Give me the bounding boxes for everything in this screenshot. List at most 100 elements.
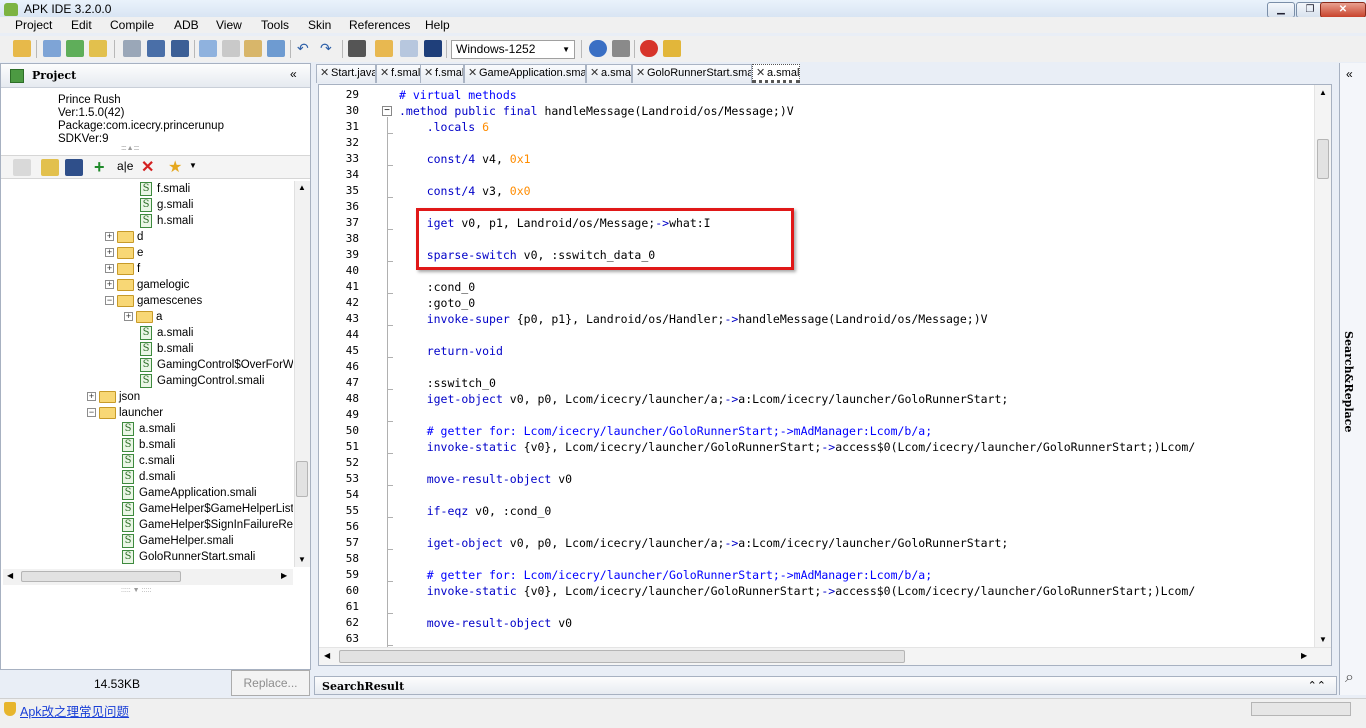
close-button[interactable]: ✕ [1320, 2, 1366, 18]
close-icon[interactable]: ✕ [756, 65, 765, 80]
tree-item[interactable]: + d [105, 229, 143, 245]
menu-view[interactable]: View [216, 17, 242, 33]
tree-item[interactable]: S GoloRunnerStart.smali [122, 549, 255, 565]
compile-icon[interactable] [375, 40, 393, 57]
tree-item[interactable]: + a [124, 309, 162, 325]
tree-item[interactable]: Sg.smali [140, 197, 193, 213]
splitter-grip[interactable]: ::::: ▲ ::::: [121, 145, 191, 153]
tree-item[interactable]: Sf.smali [140, 181, 190, 197]
scroll-right-icon[interactable]: ▶ [281, 571, 287, 580]
delete-icon[interactable]: ✕ [141, 157, 159, 176]
tree-item[interactable]: S GamingControl.smali [140, 373, 264, 389]
scroll-down-icon[interactable]: ▼ [298, 555, 306, 564]
open-project-icon[interactable] [89, 40, 107, 57]
favorites-star-icon[interactable]: ★ [168, 157, 186, 176]
tab-gameapplication-smali[interactable]: ✕ GameApplication.smali [464, 64, 586, 83]
expand-icon[interactable]: + [105, 264, 114, 274]
tab-f-smali-2[interactable]: ✕ f.smali [420, 64, 464, 83]
menu-compile[interactable]: Compile [110, 17, 154, 33]
import-icon[interactable] [66, 40, 84, 57]
code-line[interactable]: :sswitch_0 [399, 375, 496, 391]
tab-start-java[interactable]: ✕ Start.java [316, 64, 376, 83]
code-line[interactable]: if-eqz v0, :cond_0 [399, 503, 552, 519]
tree-item[interactable]: Sc.smali [122, 453, 175, 469]
build-icon[interactable] [400, 40, 418, 57]
save-icon[interactable] [147, 40, 165, 57]
chevron-down-icon[interactable]: ▼ [189, 161, 207, 178]
code-line[interactable]: return-void [399, 343, 503, 359]
editor-hscroll-thumb[interactable] [339, 650, 905, 663]
microphone-icon[interactable] [612, 40, 630, 57]
collapse-icon[interactable]: − [105, 296, 114, 306]
tree-item[interactable]: + json [87, 389, 140, 405]
code-line[interactable]: move-result-object v0 [399, 615, 572, 631]
menu-skin[interactable]: Skin [308, 17, 331, 33]
close-icon[interactable]: ✕ [590, 65, 599, 82]
tree-item[interactable]: S GameApplication.smali [122, 485, 257, 501]
code-line[interactable]: :cond_0 [399, 279, 475, 295]
close-icon[interactable]: ✕ [424, 65, 433, 82]
editor-horizontal-scrollbar[interactable]: ◀ ▶ [319, 647, 1331, 665]
search-replace-tab[interactable]: Search&Replace [1342, 331, 1355, 432]
code-line[interactable]: iget-object v0, p0, Lcom/icecry/launcher… [399, 535, 1009, 551]
tree-item[interactable]: + e [105, 245, 143, 261]
replace-icon[interactable] [267, 40, 285, 57]
scroll-up-icon[interactable]: ▲ [1319, 88, 1327, 97]
open-icon[interactable] [41, 159, 59, 176]
tree-vertical-scrollbar[interactable]: ▲ ▼ [294, 181, 310, 567]
redo-icon[interactable]: ↷ [320, 40, 338, 57]
add-icon[interactable]: + [94, 157, 112, 177]
tree-horizontal-scrollbar[interactable]: ◀ ▶ [3, 569, 293, 585]
expand-icon[interactable]: + [124, 312, 133, 322]
help-icon[interactable] [589, 40, 607, 57]
menu-project[interactable]: Project [15, 17, 52, 33]
editor-vertical-scrollbar[interactable]: ▲ ▼ [1314, 85, 1331, 647]
tab-f-smali[interactable]: ✕ f.smali [376, 64, 421, 83]
encoding-select[interactable]: Windows-1252 ▼ [451, 40, 575, 59]
tab-a-smali-active[interactable]: ✕ a.smali [752, 64, 800, 83]
code-line[interactable]: # getter for: Lcom/icecry/launcher/GoloR… [399, 423, 932, 439]
expand-icon[interactable]: + [105, 248, 114, 258]
code-line[interactable]: .locals 6 [399, 119, 489, 135]
tree-item[interactable]: Sb.smali [122, 437, 175, 453]
fold-collapse-icon[interactable]: − [382, 106, 392, 116]
paste-icon[interactable] [244, 40, 262, 57]
rename-icon[interactable]: a|e [117, 159, 135, 176]
tree-hscroll-thumb[interactable] [21, 571, 181, 582]
scroll-up-icon[interactable]: ▲ [298, 183, 306, 192]
close-icon[interactable]: ✕ [320, 65, 329, 82]
tree-item[interactable]: − launcher [87, 405, 163, 421]
code-line[interactable]: const/4 v3, 0x0 [399, 183, 531, 199]
search-icon[interactable]: ⌕ [1345, 669, 1354, 687]
expand-icon[interactable]: + [105, 280, 114, 290]
code-line[interactable]: const/4 v4, 0x1 [399, 151, 531, 167]
scroll-down-icon[interactable]: ▼ [1319, 635, 1327, 644]
code-line[interactable]: # virtual methods [399, 87, 517, 103]
code-line[interactable]: move-result-object v0 [399, 471, 572, 487]
tree-item[interactable]: S GameHelper.smali [122, 533, 234, 549]
undo-icon[interactable]: ↶ [297, 40, 315, 57]
tree-item[interactable]: Sa.smali [140, 325, 193, 341]
menu-adb[interactable]: ADB [174, 17, 199, 33]
scroll-left-icon[interactable]: ◀ [324, 651, 330, 660]
minimize-button[interactable]: ▁ [1267, 2, 1295, 18]
scroll-left-icon[interactable]: ◀ [7, 571, 13, 580]
code-line[interactable]: iget-object v0, p0, Lcom/icecry/launcher… [399, 391, 1009, 407]
sign-icon[interactable] [424, 40, 442, 57]
code-line[interactable]: :goto_0 [399, 295, 475, 311]
save-disabled-icon[interactable] [123, 40, 141, 57]
open-folder-icon[interactable] [13, 40, 31, 57]
close-icon[interactable]: ✕ [468, 65, 477, 82]
tab-a-smali[interactable]: ✕a.smali [586, 64, 632, 83]
tree-item[interactable]: Sb.smali [140, 341, 193, 357]
close-icon[interactable]: ✕ [636, 65, 645, 82]
tree-item[interactable]: S GamingControl$OverForWha [140, 357, 293, 373]
collapse-icon[interactable]: − [87, 408, 96, 418]
editor-scroll-thumb[interactable] [1317, 139, 1329, 179]
menu-edit[interactable]: Edit [71, 17, 92, 33]
code-line[interactable]: .method public final handleMessage(Landr… [399, 103, 794, 119]
splitter-grip[interactable]: ::::: ▼ ::::: [121, 587, 191, 595]
new-project-icon[interactable] [43, 40, 61, 57]
cut-icon[interactable] [222, 40, 240, 57]
code-line[interactable]: invoke-super {p0, p1}, Landroid/os/Handl… [399, 311, 988, 327]
